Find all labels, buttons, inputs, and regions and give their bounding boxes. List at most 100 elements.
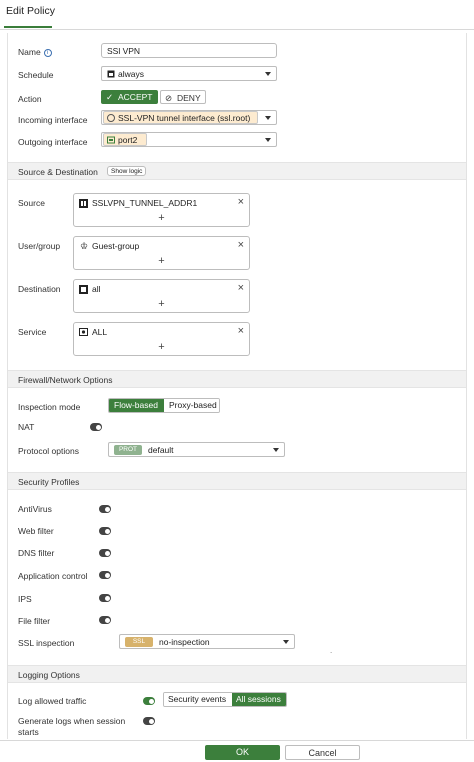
source-label: Source xyxy=(18,198,45,208)
log-allowed-label: Log allowed traffic xyxy=(18,696,87,706)
destination-item: all xyxy=(92,284,101,294)
incoming-chip: SSL-VPN tunnel interface (ssl.root) xyxy=(103,111,258,124)
port-icon xyxy=(107,136,115,144)
add-icon[interactable]: + xyxy=(74,212,249,224)
page-title: Edit Policy xyxy=(6,5,56,17)
application-control-toggle[interactable] xyxy=(99,571,111,579)
source-field[interactable]: SSLVPN_TUNNEL_ADDR1 × + xyxy=(73,193,250,227)
section-title: Source & Destination xyxy=(18,167,98,177)
source-item: SSLVPN_TUNNEL_ADDR1 xyxy=(92,198,198,208)
action-label: Action xyxy=(18,94,42,104)
prot-badge: PROT xyxy=(114,445,142,455)
remove-icon[interactable]: × xyxy=(238,196,244,208)
remove-icon[interactable]: × xyxy=(238,239,244,251)
add-icon[interactable]: + xyxy=(74,341,249,353)
protocol-options-label: Protocol options xyxy=(18,446,79,456)
proxy-based-option[interactable]: Proxy-based xyxy=(164,399,219,412)
security-events-option[interactable]: Security events xyxy=(164,693,232,706)
section-firewall: Firewall/Network Options xyxy=(8,370,466,388)
footer: OK Cancel xyxy=(0,740,474,762)
outgoing-select[interactable]: port2 xyxy=(101,132,277,147)
file-filter-toggle[interactable] xyxy=(99,616,111,624)
log-allowed-toggle[interactable] xyxy=(143,697,155,705)
users-icon: ♔ xyxy=(80,241,89,251)
section-security-profiles: Security Profiles xyxy=(8,472,466,490)
usergroup-label: User/group xyxy=(18,241,61,251)
ssl-inspection-select[interactable]: SSL no-inspection xyxy=(119,634,295,649)
web-filter-toggle[interactable] xyxy=(99,527,111,535)
destination-field[interactable]: all × + xyxy=(73,279,250,313)
schedule-value: always xyxy=(118,69,144,79)
antivirus-label: AntiVirus xyxy=(18,504,52,514)
outgoing-value: port2 xyxy=(118,135,138,145)
dns-filter-toggle[interactable] xyxy=(99,549,111,557)
service-label: Service xyxy=(18,327,47,337)
all-sessions-option[interactable]: All sessions xyxy=(232,693,286,706)
deny-icon: ⊘ xyxy=(165,93,173,103)
accept-button[interactable]: ✓ ACCEPT xyxy=(101,90,158,104)
remove-icon[interactable]: × xyxy=(238,325,244,337)
remove-icon[interactable]: × xyxy=(238,282,244,294)
show-logic-button[interactable]: Show logic xyxy=(107,166,147,176)
chevron-down-icon xyxy=(265,138,271,142)
name-label: Name i xyxy=(18,47,52,57)
cancel-button[interactable]: Cancel xyxy=(285,745,360,760)
chevron-down-icon xyxy=(273,448,279,452)
antivirus-toggle[interactable] xyxy=(99,505,111,513)
service-item: ALL xyxy=(92,327,108,337)
protocol-options-select[interactable]: PROT default xyxy=(108,442,285,457)
service-field[interactable]: ALL × + xyxy=(73,322,250,356)
schedule-label: Schedule xyxy=(18,70,54,80)
outgoing-label: Outgoing interface xyxy=(18,137,88,147)
outgoing-chip: port2 xyxy=(103,133,147,146)
ok-button[interactable]: OK xyxy=(205,745,280,760)
ips-toggle[interactable] xyxy=(99,594,111,602)
ips-label: IPS xyxy=(18,594,32,604)
destination-label: Destination xyxy=(18,284,61,294)
name-value: SSl VPN xyxy=(107,46,141,56)
section-source-destination: Source & Destination Show logic xyxy=(8,162,466,180)
section-title: Logging Options xyxy=(18,670,80,680)
incoming-select[interactable]: SSL-VPN tunnel interface (ssl.root) xyxy=(101,110,277,125)
ssl-badge: SSL xyxy=(125,637,153,647)
nat-label: NAT xyxy=(18,422,35,432)
info-icon[interactable]: i xyxy=(43,49,52,57)
usergroup-item: Guest-group xyxy=(92,241,140,251)
flow-based-option[interactable]: Flow-based xyxy=(109,399,164,412)
section-logging: Logging Options xyxy=(8,665,466,683)
usergroup-field[interactable]: ♔ Guest-group × + xyxy=(73,236,250,270)
address-icon xyxy=(79,285,88,294)
ssl-inspection-value: no-inspection xyxy=(159,637,210,647)
title-underline xyxy=(4,26,52,28)
name-input[interactable]: SSl VPN xyxy=(101,43,277,58)
chevron-down-icon xyxy=(265,72,271,76)
protocol-options-value: default xyxy=(148,445,174,455)
file-filter-label: File filter xyxy=(18,616,51,626)
chevron-down-icon xyxy=(283,640,289,644)
address-icon xyxy=(79,199,88,208)
inspection-mode-toggle: Flow-based Proxy-based xyxy=(108,398,220,413)
schedule-select[interactable]: always xyxy=(101,66,277,81)
section-title: Firewall/Network Options xyxy=(18,375,113,385)
application-control-label: Application control xyxy=(18,571,88,581)
deny-button[interactable]: ⊘ DENY xyxy=(160,90,206,104)
inspection-mode-label: Inspection mode xyxy=(18,402,81,412)
dns-filter-label: DNS filter xyxy=(18,548,55,558)
deny-label: DENY xyxy=(177,93,201,103)
nat-toggle[interactable] xyxy=(90,423,102,431)
ssl-inspection-label: SSL inspection xyxy=(18,638,75,648)
generate-logs-label: Generate logs when session starts xyxy=(18,716,126,737)
web-filter-label: Web filter xyxy=(18,526,54,536)
stray-dot: . xyxy=(330,646,333,655)
log-scope-toggle: Security events All sessions xyxy=(163,692,287,707)
add-icon[interactable]: + xyxy=(74,255,249,267)
incoming-label: Incoming interface xyxy=(18,115,88,125)
generate-logs-toggle[interactable] xyxy=(143,717,155,725)
add-icon[interactable]: + xyxy=(74,298,249,310)
policy-form: Name i SSl VPN Schedule always Action ✓ A… xyxy=(7,33,467,739)
check-icon: ✓ xyxy=(106,92,114,102)
chevron-down-icon xyxy=(265,116,271,120)
accept-label: ACCEPT xyxy=(118,92,153,102)
schedule-icon xyxy=(107,70,115,78)
page-header: Edit Policy xyxy=(0,0,474,30)
